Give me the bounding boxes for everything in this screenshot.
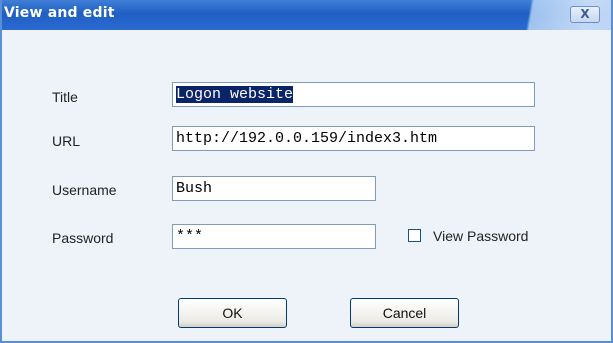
- username-field[interactable]: Bush: [172, 176, 376, 201]
- url-field[interactable]: http://192.0.0.159/index3.htm: [172, 126, 535, 151]
- password-field-value: ***: [176, 228, 204, 245]
- url-field-value: http://192.0.0.159/index3.htm: [176, 130, 438, 147]
- cancel-button[interactable]: Cancel: [350, 298, 459, 328]
- title-field-value: Logon website: [176, 86, 294, 103]
- view-edit-dialog: View and edit X Title Logon website URL …: [0, 0, 613, 343]
- ok-button[interactable]: OK: [178, 298, 287, 328]
- close-button[interactable]: X: [570, 6, 600, 23]
- close-icon: X: [580, 7, 590, 21]
- view-password-label[interactable]: View Password: [433, 228, 528, 244]
- url-label: URL: [52, 133, 81, 149]
- title-bar[interactable]: View and edit X: [2, 0, 611, 30]
- view-password-checkbox[interactable]: [408, 229, 421, 242]
- username-label: Username: [52, 182, 117, 198]
- title-field[interactable]: Logon website: [172, 82, 535, 107]
- password-field[interactable]: ***: [172, 224, 376, 249]
- username-field-value: Bush: [176, 180, 213, 197]
- password-label: Password: [52, 230, 114, 246]
- dialog-title: View and edit: [4, 5, 115, 21]
- title-label: Title: [52, 89, 78, 105]
